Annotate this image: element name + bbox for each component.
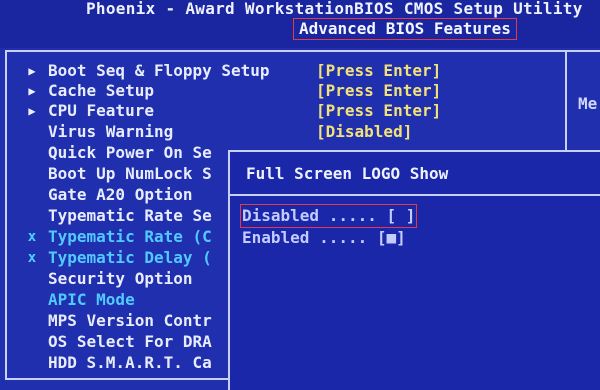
submenu-arrow-icon: ▶ bbox=[28, 64, 36, 78]
menu-item-label: Virus Warning bbox=[48, 122, 174, 141]
menu-item-label: Typematic Rate Se bbox=[48, 206, 212, 225]
menu-item-label: Quick Power On Se bbox=[48, 143, 212, 162]
disabled-x-icon: x bbox=[27, 250, 37, 266]
menu-item-label: Cache Setup bbox=[48, 81, 154, 100]
menu-item-label: Gate A20 Option bbox=[48, 185, 193, 204]
menu-item-value: [Press Enter] bbox=[316, 61, 442, 80]
submenu-arrow-icon: ▶ bbox=[28, 104, 36, 118]
menu-item-value: [Disabled] bbox=[316, 122, 413, 141]
disabled-x-icon: x bbox=[27, 229, 37, 245]
menu-item-label: Boot Up NumLock S bbox=[48, 164, 212, 183]
popup-title: Full Screen LOGO Show bbox=[246, 164, 449, 183]
menu-item-value: [Press Enter] bbox=[316, 101, 442, 120]
bios-title: Phoenix - Award WorkstationBIOS CMOS Set… bbox=[86, 0, 583, 18]
menu-item-label: Typematic Rate (C bbox=[48, 227, 212, 246]
menu-item-label: Boot Seq & Floppy Setup bbox=[48, 61, 270, 80]
menu-item-label: Security Option bbox=[48, 269, 193, 288]
menu-item-label: APIC Mode bbox=[48, 290, 135, 309]
bios-header: Phoenix - Award WorkstationBIOS CMOS Set… bbox=[0, 0, 600, 48]
menu-item-value: [Press Enter] bbox=[316, 81, 442, 100]
menu-item-label: Typematic Delay ( bbox=[48, 248, 212, 267]
option-disabled[interactable]: Disabled ..... [ ] bbox=[239, 204, 418, 228]
popup-divider bbox=[230, 194, 600, 196]
help-panel-divider bbox=[565, 50, 567, 150]
section-title: Advanced BIOS Features bbox=[293, 18, 517, 40]
menu-item-label: OS Select For DRA bbox=[48, 332, 212, 351]
menu-item-label: HDD S.M.A.R.T. Ca bbox=[48, 353, 212, 372]
logo-show-popup: Full Screen LOGO Show Disabled ..... [ ]… bbox=[228, 150, 600, 390]
menu-item-label: CPU Feature bbox=[48, 101, 154, 120]
option-enabled[interactable]: Enabled ..... [■] bbox=[242, 228, 406, 248]
item-help-label: Me bbox=[578, 94, 598, 113]
menu-item-label: MPS Version Contr bbox=[48, 311, 212, 330]
submenu-arrow-icon: ▶ bbox=[28, 84, 36, 98]
